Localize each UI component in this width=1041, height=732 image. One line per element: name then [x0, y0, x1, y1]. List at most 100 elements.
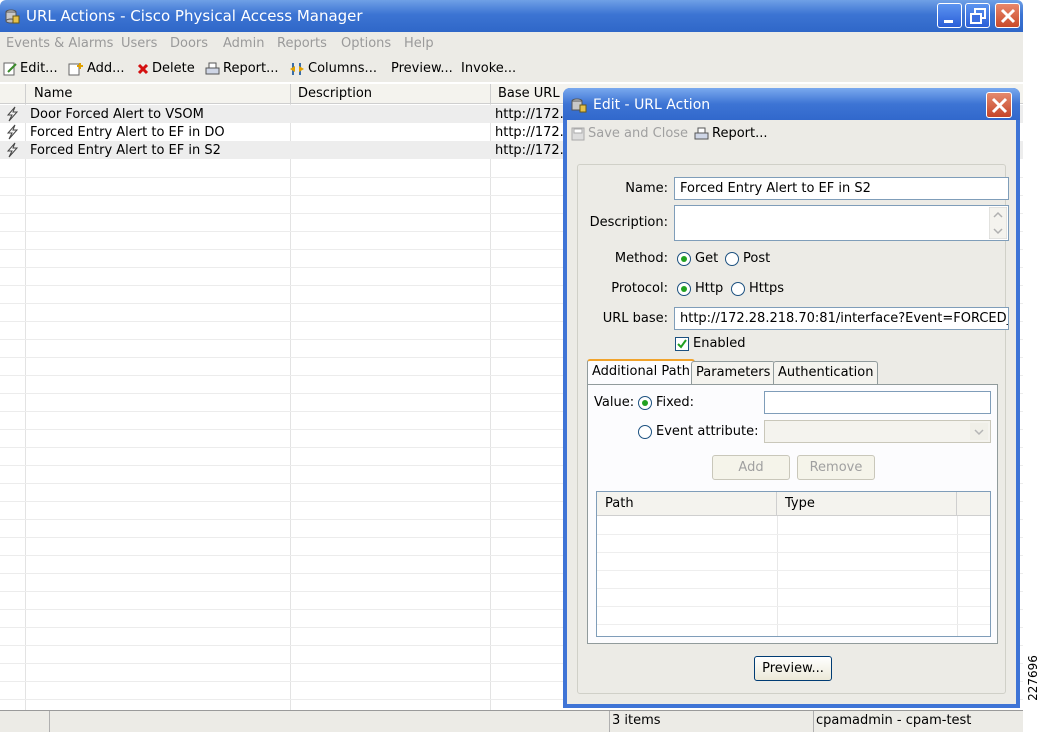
- method-label: Method:: [614, 251, 668, 266]
- remove-path-button[interactable]: Remove: [797, 455, 875, 480]
- chevron-down-icon: [970, 423, 988, 440]
- radio-unselected-icon: [638, 424, 652, 439]
- save-and-close-label: Save and Close: [588, 126, 689, 141]
- row-base-url: http://172.: [495, 107, 564, 122]
- app-icon: [571, 98, 587, 113]
- delete-icon: [137, 63, 149, 74]
- fixed-radio[interactable]: Fixed:: [638, 395, 694, 410]
- dialog-body: Save and Close Report... Name: Forced En…: [567, 120, 1016, 704]
- radio-selected-icon: [677, 251, 691, 266]
- method-get-radio[interactable]: Get: [677, 251, 718, 266]
- name-field[interactable]: Forced Entry Alert to EF in S2: [674, 177, 1009, 200]
- add-label: Add...: [87, 61, 125, 76]
- app-icon: [5, 9, 20, 24]
- menu-admin[interactable]: Admin: [223, 36, 264, 51]
- protocol-http-radio[interactable]: Http: [677, 281, 723, 296]
- menu-help[interactable]: Help: [404, 36, 434, 51]
- description-label: Description:: [589, 215, 668, 230]
- columns-icon: [290, 62, 304, 75]
- description-scrollbar[interactable]: [989, 207, 1007, 239]
- preview-button[interactable]: Preview...: [391, 61, 453, 76]
- radio-unselected-icon: [731, 281, 745, 296]
- dialog-report-label: Report...: [712, 126, 768, 141]
- edit-button[interactable]: Edit...: [3, 61, 58, 76]
- save-and-close-button[interactable]: Save and Close: [571, 126, 688, 141]
- minimize-button[interactable]: [937, 3, 962, 28]
- method-post-radio[interactable]: Post: [725, 251, 770, 266]
- tab-authentication[interactable]: Authentication: [773, 361, 879, 384]
- printer-icon: [205, 62, 220, 74]
- row-base-url: http://172.: [495, 143, 564, 158]
- window-title-bar: URL Actions - Cisco Physical Access Mana…: [0, 0, 1023, 32]
- edit-url-action-dialog: Edit - URL Action Save and Close Report.…: [563, 88, 1020, 708]
- row-base-url: http://172.: [495, 125, 564, 140]
- enabled-label: Enabled: [693, 336, 746, 351]
- menu-bar: Events & Alarms Users Doors Admin Report…: [0, 32, 1023, 56]
- enabled-checkbox[interactable]: Enabled: [675, 336, 746, 351]
- minimize-icon: [944, 20, 953, 23]
- row-name: Forced Entry Alert to EF in DO: [30, 125, 225, 140]
- report-button[interactable]: Report...: [205, 61, 279, 76]
- edit-label: Edit...: [20, 61, 58, 76]
- maximize-button[interactable]: [965, 3, 990, 28]
- radio-selected-icon: [677, 281, 691, 296]
- preview-url-button[interactable]: Preview...: [754, 656, 832, 681]
- protocol-label: Protocol:: [611, 281, 668, 296]
- add-path-button[interactable]: Add: [712, 455, 790, 480]
- status-user: cpamadmin - cpam-test: [813, 711, 1023, 732]
- close-icon: [1000, 8, 1016, 24]
- menu-options[interactable]: Options: [341, 36, 391, 51]
- invoke-button[interactable]: Invoke...: [461, 61, 516, 76]
- figure-number-text: 227696: [1026, 655, 1040, 701]
- close-window-button[interactable]: [995, 3, 1020, 28]
- protocol-https-radio[interactable]: Https: [731, 281, 784, 296]
- column-header-description[interactable]: Description: [298, 86, 372, 101]
- row-name: Forced Entry Alert to EF in S2: [30, 143, 221, 158]
- delete-button[interactable]: Delete: [137, 61, 195, 76]
- columns-button[interactable]: Columns...: [289, 61, 377, 76]
- preview-label: Preview...: [391, 61, 453, 76]
- name-label: Name:: [625, 181, 668, 196]
- printer-icon: [694, 127, 709, 139]
- menu-users[interactable]: Users: [121, 36, 157, 51]
- menu-events-alarms[interactable]: Events & Alarms: [6, 36, 113, 51]
- tab-additional-path[interactable]: Additional Path: [587, 359, 695, 384]
- columns-label: Columns...: [308, 61, 377, 76]
- description-field[interactable]: [674, 205, 1009, 241]
- toolbar: Edit... Add... Delete Report... Columns.…: [0, 56, 1023, 82]
- tab-parameters[interactable]: Parameters: [691, 361, 776, 384]
- method-get-label: Get: [695, 251, 719, 266]
- column-header-base-url[interactable]: Base URL: [498, 86, 560, 101]
- dialog-title-bar: Edit - URL Action: [563, 88, 1020, 120]
- method-post-label: Post: [743, 251, 771, 266]
- edit-icon: [3, 62, 17, 75]
- event-attribute-radio[interactable]: Event attribute:: [638, 424, 758, 439]
- menu-doors[interactable]: Doors: [170, 36, 208, 51]
- column-header-name[interactable]: Name: [34, 86, 72, 101]
- menu-reports[interactable]: Reports: [277, 36, 327, 51]
- checkmark-icon: [675, 336, 689, 351]
- form-panel: Name: Forced Entry Alert to EF in S2 Des…: [577, 164, 1009, 694]
- delete-label: Delete: [152, 61, 195, 76]
- status-item-count: 3 items: [609, 711, 813, 732]
- add-button[interactable]: Add...: [68, 61, 125, 76]
- column-header-type[interactable]: Type: [785, 496, 815, 511]
- fixed-value-field[interactable]: [764, 391, 991, 414]
- status-bar: 3 items cpamadmin - cpam-test: [0, 710, 1023, 732]
- dialog-title: Edit - URL Action: [593, 97, 711, 113]
- lightning-icon: [6, 142, 19, 158]
- column-header-path[interactable]: Path: [605, 496, 634, 511]
- event-attribute-select[interactable]: [764, 420, 991, 443]
- url-base-label: URL base:: [602, 311, 668, 326]
- dialog-report-button[interactable]: Report...: [694, 126, 768, 141]
- restore-icon: [970, 8, 986, 24]
- row-name: Door Forced Alert to VSOM: [30, 107, 204, 122]
- protocol-http-label: Http: [695, 281, 724, 296]
- event-attribute-label: Event attribute:: [656, 424, 759, 439]
- lightning-icon: [6, 124, 19, 140]
- url-base-field[interactable]: http://172.28.218.70:81/interface?Event=…: [674, 307, 1009, 330]
- add-icon: [68, 62, 83, 75]
- dialog-close-button[interactable]: [986, 92, 1012, 118]
- invoke-label: Invoke...: [461, 61, 517, 76]
- save-icon: [571, 127, 585, 140]
